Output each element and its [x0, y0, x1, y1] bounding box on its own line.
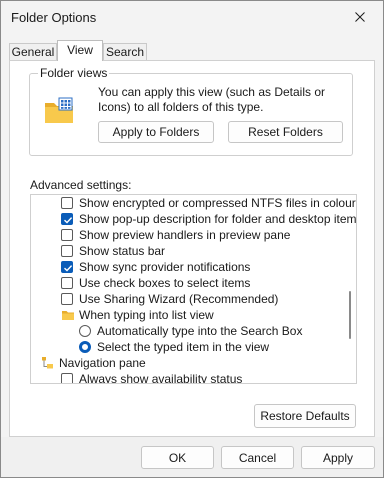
folder-views-description: You can apply this view (such as Details… [98, 85, 326, 114]
window-title: Folder Options [11, 10, 97, 25]
setting-label: Use check boxes to select items [79, 276, 251, 290]
setting-use-sharing-wizard-recommended[interactable]: Use Sharing Wizard (Recommended) [31, 291, 341, 307]
setting-label: Show pop-up description for folder and d… [79, 212, 357, 226]
setting-label: Use Sharing Wizard (Recommended) [79, 292, 279, 306]
ok-button[interactable]: OK [141, 446, 214, 469]
folder-views-legend: Folder views [38, 66, 110, 80]
checkbox[interactable] [61, 261, 73, 273]
view-tab-panel: Folder views You can apply this view (su… [9, 60, 375, 437]
folder-views-group: Folder views You can apply this view (su… [29, 66, 353, 156]
setting-show-sync-provider-notifications[interactable]: Show sync provider notifications [31, 259, 341, 275]
radio-button[interactable] [79, 341, 91, 353]
setting-show-preview-handlers-in-preview-pane[interactable]: Show preview handlers in preview pane [31, 227, 341, 243]
checkbox[interactable] [61, 213, 73, 225]
folder-icon [62, 311, 74, 320]
advanced-settings-label: Advanced settings: [30, 178, 132, 192]
setting-label: Show preview handlers in preview pane [79, 228, 291, 242]
tab-search[interactable]: Search [103, 43, 147, 60]
setting-show-status-bar[interactable]: Show status bar [31, 243, 341, 259]
dialog-footer: OK Cancel Apply [1, 437, 383, 477]
setting-when-typing-into-list-view: When typing into list view [31, 307, 341, 323]
setting-navigation-pane: Navigation pane [31, 355, 341, 371]
scrollbar-thumb[interactable] [349, 291, 351, 339]
checkbox[interactable] [61, 373, 73, 383]
checkbox[interactable] [61, 245, 73, 257]
close-button[interactable] [337, 1, 383, 33]
close-icon [355, 12, 365, 22]
setting-select-the-typed-item-in-the-view[interactable]: Select the typed item in the view [31, 339, 341, 355]
tab-view[interactable]: View [57, 40, 103, 61]
cancel-button[interactable]: Cancel [221, 446, 294, 469]
setting-label: Show status bar [79, 244, 166, 258]
navigation-pane-icon [42, 357, 53, 369]
setting-show-encrypted-or-compressed-ntfs-files-in-colour[interactable]: Show encrypted or compressed NTFS files … [31, 195, 356, 211]
apply-to-folders-button[interactable]: Apply to Folders [98, 121, 214, 143]
folder-view-icon [45, 97, 73, 123]
reset-folders-button[interactable]: Reset Folders [228, 121, 343, 143]
setting-use-check-boxes-to-select-items[interactable]: Use check boxes to select items [31, 275, 341, 291]
setting-always-show-availability-status[interactable]: Always show availability status [31, 371, 341, 384]
apply-button[interactable]: Apply [301, 446, 375, 469]
setting-label: Navigation pane [59, 356, 146, 370]
setting-label: Show sync provider notifications [79, 260, 251, 274]
checkbox[interactable] [61, 197, 73, 209]
checkbox[interactable] [61, 229, 73, 241]
checkbox[interactable] [61, 277, 73, 289]
setting-automatically-type-into-the-search-box[interactable]: Automatically type into the Search Box [31, 323, 341, 339]
radio-button[interactable] [79, 325, 91, 337]
setting-label: Automatically type into the Search Box [97, 324, 303, 338]
setting-label: Always show availability status [79, 372, 243, 384]
folder-options-window: Folder Options General View Search Folde… [0, 0, 384, 478]
setting-label: Show encrypted or compressed NTFS files … [79, 196, 356, 210]
title-bar[interactable]: Folder Options [1, 1, 383, 35]
setting-label: When typing into list view [79, 308, 214, 322]
restore-defaults-button[interactable]: Restore Defaults [254, 404, 356, 428]
advanced-settings-list[interactable]: Show encrypted or compressed NTFS files … [30, 194, 357, 384]
setting-label: Select the typed item in the view [97, 340, 270, 354]
tab-general[interactable]: General [9, 43, 57, 60]
checkbox[interactable] [61, 293, 73, 305]
setting-show-pop-up-description-for-folder-and-desktop-items[interactable]: Show pop-up description for folder and d… [31, 211, 356, 227]
